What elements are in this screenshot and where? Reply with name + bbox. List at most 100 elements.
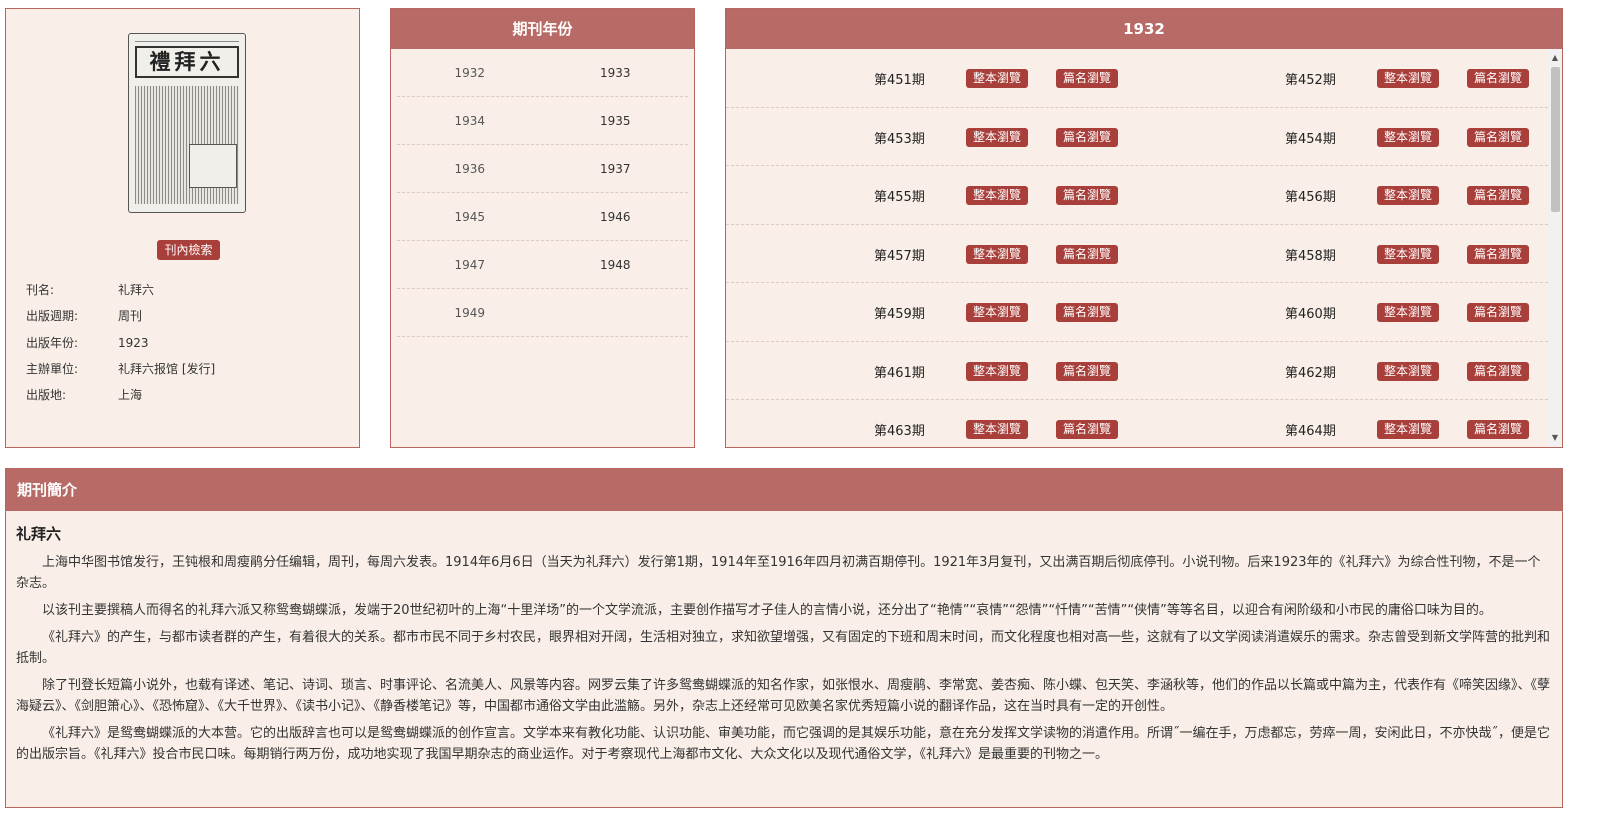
cover-image[interactable]: 禮拜六 [128,33,246,213]
meta-value: 上海 [118,388,143,402]
browse-articles-button[interactable]: 篇名瀏覽 [1056,69,1118,88]
issue-row: 第463期 整本瀏覽 篇名瀏覽 第464期 整本瀏覽 篇名瀏覽 [726,400,1548,447]
year-row: 1949 [397,289,688,337]
browse-full-issue-button[interactable]: 整本瀏覽 [1377,186,1439,205]
issue-row: 第453期 整本瀏覽 篇名瀏覽 第454期 整本瀏覽 篇名瀏覽 [726,108,1548,166]
browse-full-issue-button[interactable]: 整本瀏覽 [1377,420,1439,439]
browse-full-issue-button[interactable]: 整本瀏覽 [966,186,1028,205]
issue-label: 第456期 [1285,190,1336,205]
meta-year-row: 出版年份: 1923 [26,334,149,351]
year-link[interactable]: 1948 [543,258,689,272]
year-link[interactable]: 1949 [397,306,543,320]
meta-title-row: 刊名: 礼拜六 [26,281,154,298]
year-link[interactable]: 1937 [543,162,689,176]
meta-key: 出版週期: [26,309,79,323]
intro-paragraph: 除了刊登长短篇小说外，也载有译述、笔记、诗词、琐言、时事评论、名流美人、风景等内… [16,678,1551,714]
browse-full-issue-button[interactable]: 整本瀏覽 [966,244,1028,264]
meta-frequency-row: 出版週期: 周刊 [26,307,142,324]
issue-row: 第451期 整本瀏覽 篇名瀏覽 第452期 整本瀏覽 篇名瀏覽 [726,49,1548,108]
issue-label: 第454期 [1285,131,1336,147]
year-link[interactable]: 1933 [543,66,689,80]
intro-heading: 期刊簡介 [6,469,1562,511]
issues-list[interactable]: 第451期 整本瀏覽 篇名瀏覽 第452期 整本瀏覽 篇名瀏覽 第453期 整本瀏覽 篇名瀏覽第… [726,49,1548,447]
year-row: 1936 1937 [397,145,688,193]
browse-full-issue-button[interactable]: 整本瀏覽 [1377,127,1439,147]
meta-key: 主辦單位: [26,362,79,376]
browse-articles-button[interactable]: 篇名瀏覽 [1467,186,1529,205]
browse-full-issue-button[interactable]: 整本瀏覽 [1377,361,1439,381]
journal-info-panel: 禮拜六 刊內檢索 刊名: 礼拜六 出版週期: 周刊 出版年份: 1923 主辦單位: 礼… [5,8,360,448]
browse-full-issue-button[interactable]: 整本瀏覽 [966,69,1028,88]
issue-row: 第461期 整本瀏覽 篇名瀏覽 第462期 整本瀏覽 篇名瀏覽 [726,342,1548,400]
browse-articles-button[interactable]: 篇名瀏覽 [1467,303,1529,322]
browse-articles-button[interactable]: 篇名瀏覽 [1056,420,1118,439]
issue-label: 第452期 [1285,73,1336,88]
year-link[interactable]: 1936 [397,162,543,176]
issue-label: 第460期 [1285,307,1336,322]
meta-value: 礼拜六报馆 [发行] [118,362,216,376]
year-row: 1932 1933 [397,49,688,97]
browse-articles-button[interactable]: 篇名瀏覽 [1056,244,1118,264]
browse-articles-button[interactable]: 篇名瀏覽 [1467,244,1529,264]
browse-articles-button[interactable]: 篇名瀏覽 [1056,127,1118,147]
scroll-down-arrow-icon[interactable]: ▼ [1548,431,1562,445]
year-link[interactable]: 1932 [397,66,543,80]
browse-full-issue-button[interactable]: 整本瀏覽 [966,303,1028,322]
browse-articles-button[interactable]: 篇名瀏覽 [1467,69,1529,88]
year-link[interactable]: 1935 [543,114,689,128]
issues-scrollbar[interactable]: ▲ ▼ [1548,49,1562,447]
years-panel: 期刊年份 1932 1933 1934 1935 1936 1937 1945 … [390,8,695,448]
year-link[interactable]: 1947 [397,258,543,272]
meta-key: 出版年份: [26,336,79,350]
browse-full-issue-button[interactable]: 整本瀏覽 [966,127,1028,147]
intro-paragraph: 《礼拜六》的产生，与都市读者群的产生，有着很大的关系。都市市民不同于乡村农民，眼… [16,630,1551,666]
browse-articles-button[interactable]: 篇名瀏覽 [1467,420,1529,439]
issues-panel: 1932 第451期 整本瀏覽 篇名瀏覽 第452期 整本瀏覽 篇名瀏覽 第453期 整本瀏覽… [725,8,1563,448]
issue-label: 第453期 [874,131,925,147]
cover-masthead: 禮拜六 [135,46,239,78]
issue-label: 第461期 [874,365,925,381]
browse-full-issue-button[interactable]: 整本瀏覽 [966,420,1028,439]
meta-place-row: 出版地: 上海 [26,386,142,403]
intro-body: 上海中华图书馆发行，王钝根和周瘦鹃分任编辑，周刊，每周六发表。1914年6月6日… [16,552,1552,765]
issue-label: 第462期 [1285,365,1336,381]
meta-value: 礼拜六 [118,283,155,297]
meta-publisher-row: 主辦單位: 礼拜六报馆 [发行] [26,360,215,377]
browse-full-issue-button[interactable]: 整本瀏覽 [1377,69,1439,88]
browse-articles-button[interactable]: 篇名瀏覽 [1056,361,1118,381]
issue-row: 第459期 整本瀏覽 篇名瀏覽 第460期 整本瀏覽 篇名瀏覽 [726,283,1548,342]
browse-articles-button[interactable]: 篇名瀏覽 [1467,127,1529,147]
year-link[interactable]: 1934 [397,114,543,128]
issue-label: 第463期 [874,424,925,439]
issue-label: 第455期 [874,190,925,205]
issue-row: 第455期 整本瀏覽 篇名瀏覽 第456期 整本瀏覽 篇名瀏覽 [726,166,1548,225]
browse-articles-button[interactable]: 篇名瀏覽 [1056,186,1118,205]
journal-intro-panel: 期刊簡介 礼拜六 上海中华图书馆发行，王钝根和周瘦鹃分任编辑，周刊，每周六发表。… [5,468,1563,808]
scroll-up-arrow-icon[interactable]: ▲ [1548,51,1562,65]
issue-label: 第464期 [1285,424,1336,439]
browse-full-issue-button[interactable]: 整本瀏覽 [1377,303,1439,322]
browse-articles-button[interactable]: 篇名瀏覽 [1056,303,1118,322]
cover-topline [135,37,239,42]
browse-full-issue-button[interactable]: 整本瀏覽 [1377,244,1439,264]
year-row: 1934 1935 [397,97,688,145]
year-link[interactable]: 1946 [543,210,689,224]
browse-full-issue-button[interactable]: 整本瀏覽 [966,361,1028,381]
issue-label: 第451期 [874,73,925,88]
issue-row: 第457期 整本瀏覽 篇名瀏覽 第458期 整本瀏覽 篇名瀏覽 [726,225,1548,283]
year-row: 1947 1948 [397,241,688,289]
year-row: 1945 1946 [397,193,688,241]
year-link[interactable]: 1945 [397,210,543,224]
issue-label: 第457期 [874,248,925,264]
years-panel-title: 期刊年份 [391,9,694,49]
intro-paragraph: 上海中华图书馆发行，王钝根和周瘦鹃分任编辑，周刊，每周六发表。1914年6月6日… [16,555,1541,591]
intro-journal-title: 礼拜六 [16,525,62,543]
meta-value: 周刊 [118,309,143,323]
in-journal-search-button[interactable]: 刊內檢索 [157,240,220,260]
issues-panel-title: 1932 [726,9,1562,49]
cover-inset-box [189,144,237,188]
scroll-thumb[interactable] [1551,67,1560,212]
issue-label: 第458期 [1285,248,1336,264]
intro-paragraph: 《礼拜六》是鸳鸯蝴蝶派的大本营。它的出版辞言也可以是鸳鸯蝴蝶派的创作宣言。文学本… [16,726,1551,762]
browse-articles-button[interactable]: 篇名瀏覽 [1467,361,1529,381]
